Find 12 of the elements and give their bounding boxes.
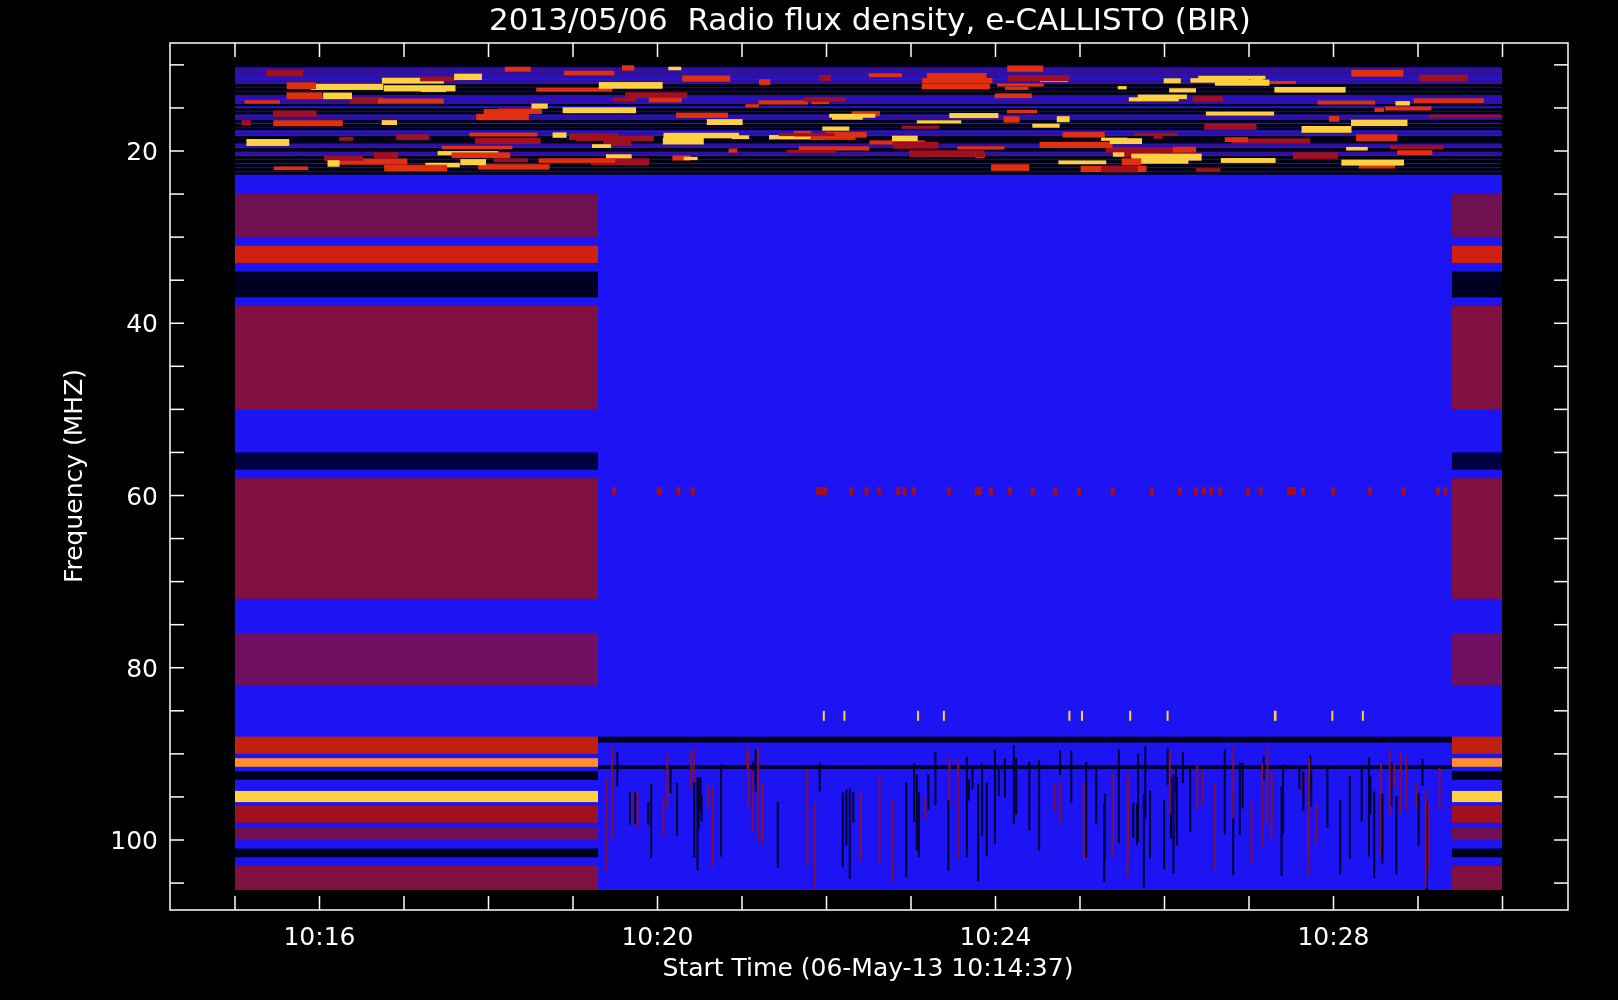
chart-title: 2013/05/06 Radio flux density, e-CALLISTO (BIR)	[489, 1, 1251, 37]
y-tick-label: 60	[126, 481, 158, 511]
x-tick-label: 10:24	[959, 922, 1032, 951]
y-tick-label: 80	[126, 653, 158, 683]
x-axis-label: Start Time (06-May-13 10:14:37)	[662, 953, 1074, 982]
x-tick-label: 10:16	[283, 922, 356, 951]
x-tick-label: 10:28	[1297, 922, 1370, 951]
y-tick-label: 20	[126, 137, 158, 166]
y-tick-label: 40	[126, 309, 158, 339]
x-tick-label: 10:20	[621, 922, 694, 951]
y-axis-label: Frequency (MHZ)	[59, 368, 88, 584]
y-tick-label: 100	[110, 826, 158, 855]
